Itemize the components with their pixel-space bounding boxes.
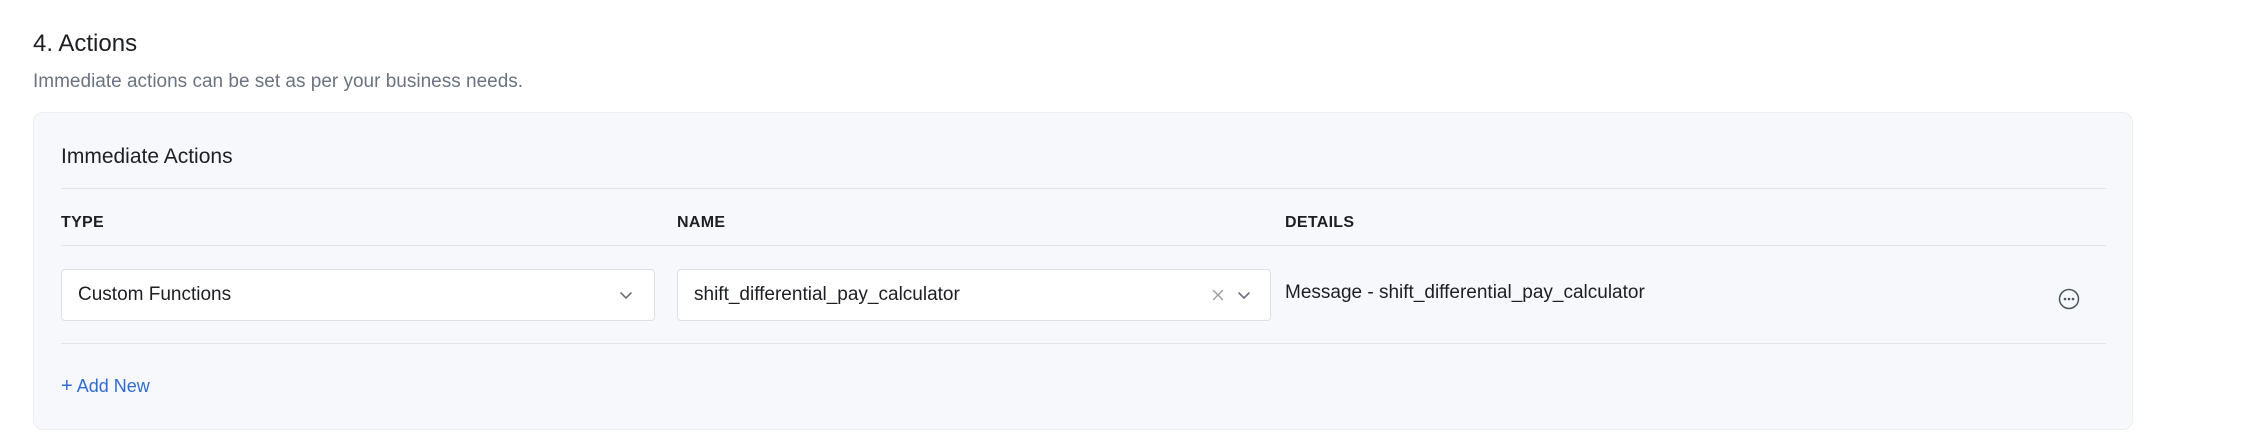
- divider: [61, 343, 2106, 344]
- name-select-value: shift_differential_pay_calculator: [694, 284, 960, 305]
- type-select-value: Custom Functions: [78, 284, 232, 305]
- divider: [61, 245, 2106, 246]
- chevron-down-icon[interactable]: [618, 287, 634, 303]
- column-header-details: DETAILS: [1285, 214, 1355, 231]
- plus-icon: +: [61, 375, 73, 397]
- divider: [61, 188, 2106, 189]
- add-new-button[interactable]: + Add New: [61, 373, 150, 399]
- section-description: Immediate actions can be set as per your…: [33, 71, 524, 92]
- type-select[interactable]: Custom Functions: [61, 269, 655, 321]
- details-text: Message - shift_differential_pay_calcula…: [1285, 282, 1645, 303]
- chevron-down-icon[interactable]: [1236, 287, 1252, 303]
- name-select[interactable]: shift_differential_pay_calculator: [677, 269, 1271, 321]
- card-title: Immediate Actions: [61, 145, 233, 168]
- section-title: 4. Actions: [33, 30, 138, 57]
- column-header-name: NAME: [677, 214, 726, 231]
- column-header-type: TYPE: [61, 214, 104, 231]
- immediate-actions-card: Immediate Actions TYPE NAME DETAILS Cust…: [33, 112, 2133, 430]
- add-new-label: Add New: [76, 376, 150, 396]
- more-options-icon[interactable]: [2058, 288, 2080, 310]
- clear-icon[interactable]: [1210, 287, 1226, 303]
